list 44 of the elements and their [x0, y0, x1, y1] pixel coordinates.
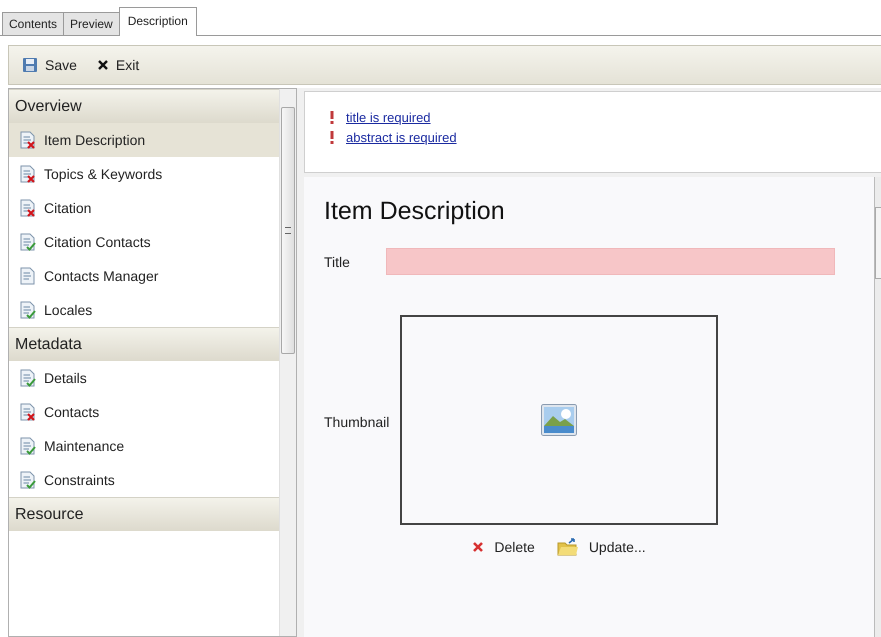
sidebar-item[interactable]: Details	[9, 361, 279, 395]
update-button[interactable]: Update...	[554, 536, 648, 558]
scrollbar[interactable]	[279, 89, 296, 636]
document-error-icon	[19, 131, 37, 149]
sidebar-item[interactable]: Citation	[9, 191, 279, 225]
save-button[interactable]: Save	[19, 55, 80, 75]
exclamation-icon	[330, 111, 334, 124]
document-check-icon	[19, 301, 37, 319]
title-field[interactable]	[386, 248, 835, 275]
section-header[interactable]: Overview	[9, 89, 279, 123]
sidebar-item[interactable]: Topics & Keywords	[9, 157, 279, 191]
sidebar-item[interactable]: Item Description	[9, 123, 279, 157]
error-link[interactable]: abstract is required	[346, 130, 457, 145]
document-error-icon	[19, 403, 37, 421]
section-header[interactable]: Metadata	[9, 327, 279, 361]
folder-icon	[556, 538, 579, 556]
sidebar-item[interactable]: Citation Contacts	[9, 225, 279, 259]
page-heading: Item Description	[324, 197, 506, 226]
document-check-icon	[19, 437, 37, 455]
delete-icon	[472, 541, 484, 553]
tab[interactable]: Contents	[2, 12, 64, 35]
image-placeholder-icon	[541, 404, 577, 436]
delete-button[interactable]: Delete	[470, 536, 537, 558]
document-error-icon	[19, 165, 37, 183]
sidebar-item[interactable]: Maintenance	[9, 429, 279, 463]
sidebar-item[interactable]: Contacts Manager	[9, 259, 279, 293]
close-icon	[96, 59, 109, 71]
document-check-icon	[19, 233, 37, 251]
tab[interactable]: Description	[118, 7, 197, 36]
error-link[interactable]: title is required	[346, 110, 431, 125]
scrollbar[interactable]	[874, 177, 881, 637]
sidebar-item[interactable]: Constraints	[9, 463, 279, 497]
document-check-icon	[19, 369, 37, 387]
document-check-icon	[19, 471, 37, 489]
document-icon	[19, 267, 37, 285]
exit-button[interactable]: Exit	[94, 55, 142, 75]
field-label: Title	[324, 254, 351, 270]
sidebar-item[interactable]: Contacts	[9, 395, 279, 429]
section-header[interactable]: Resource	[9, 497, 279, 531]
sidebar-item[interactable]: Locales	[9, 293, 279, 327]
tab[interactable]: Preview	[63, 12, 120, 35]
document-error-icon	[19, 199, 37, 217]
exclamation-icon	[330, 131, 334, 144]
field-label: Thumbnail	[324, 414, 390, 430]
